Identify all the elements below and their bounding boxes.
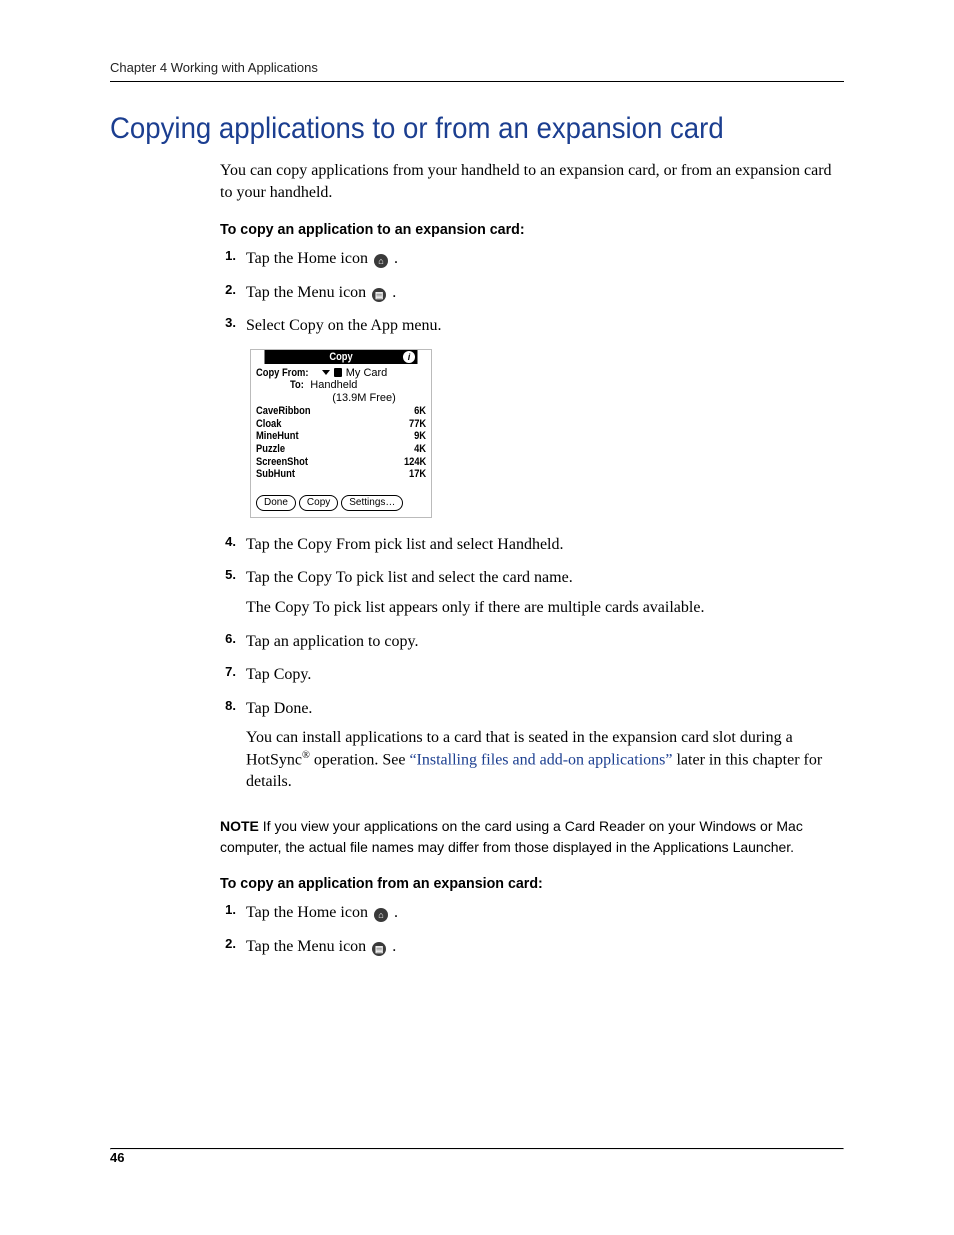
step-text: Tap the Menu icon . xyxy=(246,936,396,958)
note-paragraph: NOTE If you view your applications on th… xyxy=(220,816,844,857)
free-space: (13.9M Free) xyxy=(302,392,426,404)
step-number: 2. xyxy=(220,282,236,297)
registered-mark: ® xyxy=(302,750,310,761)
copy-to-label: To: xyxy=(290,379,304,391)
steps-from-card: 1. Tap the Home icon . 2. Tap the Menu i… xyxy=(220,902,844,957)
card-icon xyxy=(334,368,342,377)
list-item[interactable]: CaveRibbon6K xyxy=(256,405,426,418)
procedure-title-to-card: To copy an application to an expansion c… xyxy=(220,221,813,238)
copy-button[interactable]: Copy xyxy=(299,495,338,511)
step-text: Select Copy on the App menu. xyxy=(246,315,442,337)
done-button[interactable]: Done xyxy=(256,495,296,511)
step-number: 2. xyxy=(220,936,236,951)
step-text: Tap the Home icon . xyxy=(246,248,398,270)
step-number: 4. xyxy=(220,534,236,549)
step-number: 7. xyxy=(220,664,236,679)
cross-reference-link[interactable]: “Installing files and add-on application… xyxy=(409,751,672,768)
step-number: 1. xyxy=(220,902,236,917)
step-number: 5. xyxy=(220,567,236,582)
procedure-title-from-card: To copy an application from an expansion… xyxy=(220,875,813,892)
list-item[interactable]: ScreenShot124K xyxy=(256,456,426,469)
intro-paragraph: You can copy applications from your hand… xyxy=(220,160,844,203)
dialog-title-bar: Copy i xyxy=(265,350,418,364)
menu-icon xyxy=(372,942,386,956)
step-number: 6. xyxy=(220,631,236,646)
copy-dialog-screenshot: Copy i Copy From: My Card To: Handheld (… xyxy=(250,349,432,518)
note-label: NOTE xyxy=(220,818,259,834)
step-text: Tap Copy. xyxy=(246,664,311,686)
home-icon xyxy=(374,908,388,922)
step-note: You can install applications to a card t… xyxy=(246,727,844,792)
footer-rule xyxy=(110,1148,844,1150)
step-number: 3. xyxy=(220,315,236,330)
page-number: 46 xyxy=(110,1150,124,1165)
copy-from-value[interactable]: My Card xyxy=(346,367,388,379)
list-item[interactable]: MineHunt9K xyxy=(256,430,426,443)
section-title: Copying applications to or from an expan… xyxy=(110,112,785,146)
step-note: The Copy To pick list appears only if th… xyxy=(246,597,704,619)
copy-from-label: Copy From: xyxy=(256,367,308,379)
home-icon xyxy=(374,254,388,268)
list-item[interactable]: SubHunt17K xyxy=(256,468,426,481)
menu-icon xyxy=(372,288,386,302)
list-item[interactable]: Cloak77K xyxy=(256,418,426,431)
step-text: Tap the Home icon . xyxy=(246,902,398,924)
step-text: Tap the Copy To pick list and select the… xyxy=(246,567,704,618)
steps-to-card-cont: 4. Tap the Copy From pick list and selec… xyxy=(220,534,844,793)
step-number: 1. xyxy=(220,248,236,263)
copy-to-value[interactable]: Handheld xyxy=(310,379,357,391)
list-item[interactable]: Puzzle4K xyxy=(256,443,426,456)
step-text: Tap Done. You can install applications t… xyxy=(246,698,844,793)
step-text: Tap an application to copy. xyxy=(246,631,418,653)
settings-button[interactable]: Settings… xyxy=(341,495,403,511)
dropdown-arrow-icon[interactable] xyxy=(322,370,330,375)
dialog-title: Copy xyxy=(329,351,352,363)
app-list: CaveRibbon6K Cloak77K MineHunt9K Puzzle4… xyxy=(256,405,426,481)
running-head: Chapter 4 Working with Applications xyxy=(110,60,844,79)
step-text: Tap the Menu icon . xyxy=(246,282,396,304)
steps-to-card: 1. Tap the Home icon . 2. Tap the Menu i… xyxy=(220,248,844,337)
step-number: 8. xyxy=(220,698,236,713)
header-rule xyxy=(110,81,844,82)
info-icon[interactable]: i xyxy=(403,351,415,363)
step-text: Tap the Copy From pick list and select H… xyxy=(246,534,563,556)
